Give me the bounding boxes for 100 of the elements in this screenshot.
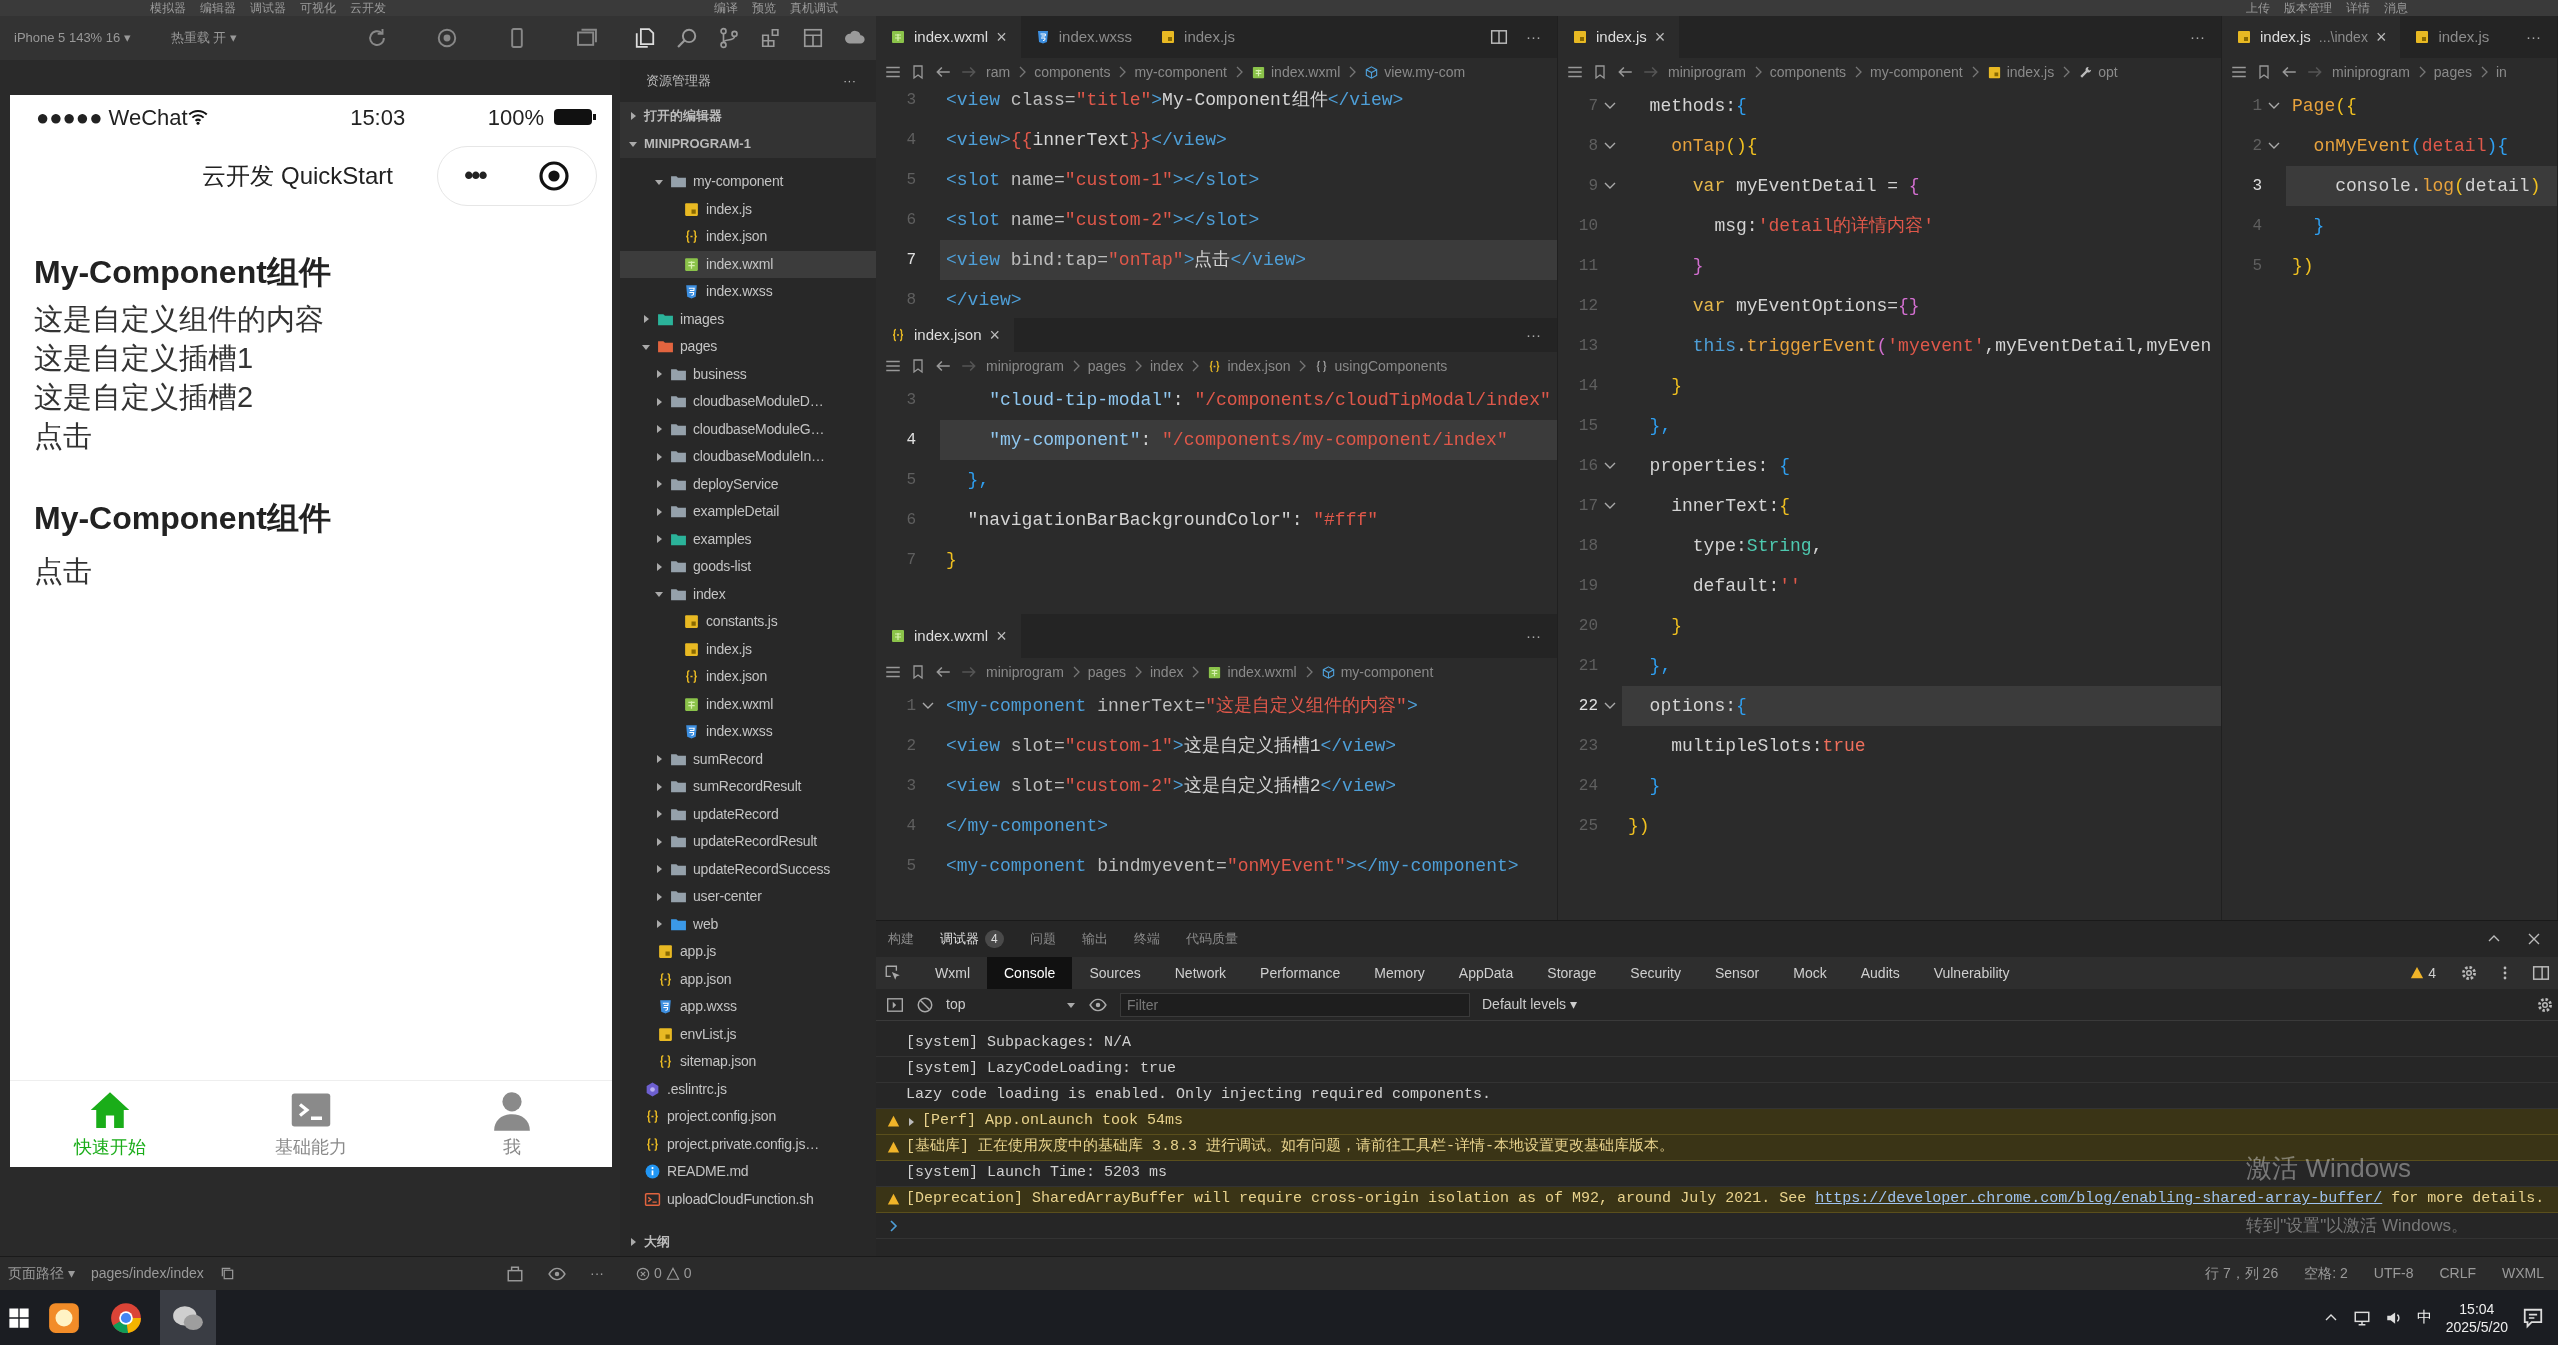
more-button[interactable]: ··· [1526,25,1541,49]
inspect-icon[interactable] [884,964,902,982]
tree-item[interactable]: images [620,305,876,333]
devtools-tab[interactable]: Network [1157,957,1244,989]
status-item[interactable]: 空格: 2 [2304,1263,2348,1284]
browser-icon[interactable] [109,1300,143,1335]
breadcrumb-item[interactable]: my-component [1870,61,1963,83]
more-button[interactable]: ··· [1526,624,1541,648]
caret-icon[interactable] [628,111,638,121]
panel-icon[interactable] [506,1264,524,1283]
clock-date[interactable]: 2025/5/20 [2445,1317,2508,1336]
fold-chevron-icon[interactable] [1604,101,1616,111]
tree-item[interactable]: app.json [620,965,876,993]
breadcrumb-item[interactable]: components [1034,61,1111,83]
bookmark-icon[interactable] [1592,63,1608,81]
caret-icon[interactable] [906,1116,916,1127]
menu-item[interactable]: 详情 [2346,1,2370,15]
tree-item[interactable]: index.js [620,195,876,223]
breadcrumb-item[interactable]: index.wxml [1207,661,1297,683]
tree-item[interactable]: index.js [620,635,876,663]
fold-chevron-icon[interactable] [1604,461,1616,471]
prompt-chevron-icon[interactable] [888,1219,898,1232]
panel-tab[interactable]: 代码质量 [1185,929,1238,949]
record-icon[interactable] [436,27,458,49]
split-editor-icon[interactable] [1490,28,1508,46]
tree-item[interactable]: app.js [620,938,876,966]
caret-icon[interactable] [654,369,664,380]
close-button[interactable]: × [1654,23,1666,51]
menu-item[interactable]: 版本管理 [2284,1,2332,15]
caret-icon[interactable] [654,864,664,875]
more-button[interactable]: ··· [590,1263,604,1284]
fold-chevron-icon[interactable] [1604,141,1616,151]
devtools-tab[interactable]: Audits [1843,957,1917,989]
menu-item[interactable]: 模拟器 [150,1,186,15]
tree-item[interactable]: updateRecordResult [620,828,876,856]
status-item[interactable]: UTF-8 [2373,1263,2414,1284]
tree-item[interactable]: cloudbaseModuleG… [620,415,876,443]
link[interactable]: https://developer.chrome.com/blog/enabling-shared-array-buffer/ [1815,1190,2383,1208]
devtools-tab[interactable]: Sources [1072,957,1158,989]
menu-item[interactable]: 消息 [2384,1,2408,15]
devtools-tab[interactable]: Performance [1243,957,1358,989]
breadcrumb-item[interactable]: miniprogram [986,661,1064,683]
devtools-tab[interactable]: Security [1613,957,1698,989]
status-item[interactable]: WXML [2502,1263,2544,1284]
refresh-icon[interactable] [366,27,388,49]
tree-item[interactable]: my-component [620,168,876,196]
more-button[interactable]: ··· [1526,323,1541,347]
more-icon[interactable] [2502,964,2508,982]
breadcrumb-item[interactable]: index.wxml [1251,61,1341,83]
caret-icon[interactable] [654,396,664,407]
windows-icon[interactable] [8,1306,30,1329]
menu-item[interactable]: 上传 [2246,1,2270,15]
fold-chevron-icon[interactable] [1604,181,1616,191]
tree-item[interactable]: updateRecordSuccess [620,855,876,883]
tree-item[interactable]: app.wxss [620,993,876,1021]
block-icon[interactable] [916,995,934,1014]
status-item[interactable]: 行 7，列 26 [2205,1263,2279,1284]
page-path-dropdown[interactable]: 页面路径 ▾ [8,1263,75,1284]
section-header[interactable]: 打开的编辑器 [620,102,876,130]
warning-count[interactable]: 4 [2410,962,2436,984]
devtools-tab[interactable]: Console [987,957,1073,989]
tree-item[interactable]: index.wxml [620,250,876,278]
tree-item[interactable]: README.md [620,1158,876,1186]
tree-item[interactable]: index.wxml [620,690,876,718]
breadcrumb-item[interactable]: miniprogram [986,355,1064,377]
breadcrumb-item[interactable]: opt [2078,61,2118,83]
tree-item[interactable]: index.wxss [620,718,876,746]
extensions-icon[interactable] [760,27,782,49]
close-button[interactable]: × [2375,23,2387,51]
breadcrumb-item[interactable]: my-component [1134,61,1227,83]
tree-item[interactable]: goods-list [620,553,876,581]
breadcrumb-item[interactable]: pages [1087,661,1126,683]
filter-field[interactable]: Filter [1120,992,1470,1017]
close-button[interactable]: × [989,321,1001,349]
menu-item[interactable]: 真机调试 [790,1,838,15]
tree-item[interactable]: constants.js [620,608,876,636]
breadcrumb-item[interactable]: usingComponents [1314,355,1448,377]
tree-item[interactable]: project.config.json [620,1103,876,1131]
menu-item[interactable]: 可视化 [300,1,336,15]
caret-icon[interactable] [654,891,664,902]
more-button[interactable]: ··· [2190,25,2205,49]
devtools-tab[interactable]: Storage [1530,957,1614,989]
devtools-tab[interactable]: Vulnerability [1916,957,2027,989]
breadcrumb-item[interactable]: in [2495,61,2507,83]
tree-item[interactable]: updateRecord [620,800,876,828]
clock-time[interactable]: 15:04 [2459,1299,2495,1318]
input-method[interactable]: 中 [2416,1306,2432,1329]
section-header[interactable]: 大纲 [620,1228,876,1256]
breadcrumb-item[interactable]: ram [986,61,1011,83]
device-dropdown[interactable]: iPhone 5 143% 16 ▾ [14,28,131,48]
tree-item[interactable]: deployService [620,470,876,498]
tree-item[interactable]: envList.js [620,1020,876,1048]
fold-chevron-icon[interactable] [922,701,934,711]
tree-item[interactable]: cloudbaseModuleIn… [620,443,876,471]
close-target-icon[interactable] [537,159,570,192]
breadcrumb-item[interactable]: index.js [1986,61,2055,83]
caret-icon[interactable] [654,451,664,462]
status-item[interactable]: CRLF [2439,1263,2476,1284]
close-button[interactable]: × [996,622,1007,650]
menu-item[interactable]: 预览 [752,1,776,15]
